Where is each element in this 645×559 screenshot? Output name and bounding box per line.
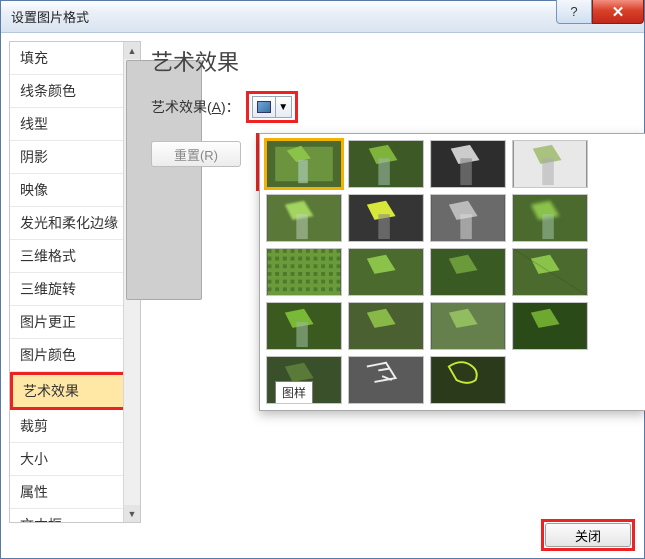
effect-thumb[interactable] [512,248,588,296]
effect-label-key: A [212,99,221,115]
effect-thumb[interactable] [266,248,342,296]
titlebar-buttons: ? ✕ [556,1,644,32]
dialog-footer: 关闭 [541,519,635,551]
effect-thumb[interactable] [348,194,424,242]
effect-thumb[interactable] [266,302,342,350]
main-panel: 艺术效果 艺术效果(A)： ▼ 重置(R) [149,41,636,523]
effect-thumb[interactable] [348,248,424,296]
effect-dropdown-highlight: ▼ [246,91,298,123]
effect-label: 艺术效果(A)： [151,97,240,117]
sidebar-item-3d-format[interactable]: 三维格式 [10,240,140,273]
annotation-highlight: 关闭 [541,519,635,551]
effect-label-pre: 艺术效果( [151,99,212,115]
window-close-button[interactable]: ✕ [592,0,644,24]
scroll-up-icon[interactable]: ▲ [124,42,140,59]
picture-icon [257,101,271,113]
sidebar-item-shadow[interactable]: 阴影 [10,141,140,174]
scroll-down-icon[interactable]: ▼ [124,505,140,522]
sidebar-item-line-style[interactable]: 线型 [10,108,140,141]
effect-thumb[interactable] [348,302,424,350]
effect-thumb[interactable] [266,194,342,242]
effect-thumb[interactable] [348,356,424,404]
effect-thumb[interactable] [430,302,506,350]
dialog-body: 填充 线条颜色 线型 阴影 映像 发光和柔化边缘 三维格式 三维旋转 图片更正 … [1,33,644,523]
sidebar-item-textbox[interactable]: 文本框 [10,509,140,522]
sidebar-item-picture-color[interactable]: 图片颜色 [10,339,140,372]
effect-thumb[interactable] [512,140,588,188]
help-button[interactable]: ? [556,0,592,24]
effect-tooltip: 图样 [275,381,313,404]
effect-thumb-pattern[interactable]: 图样 [266,356,342,404]
effect-thumb[interactable] [348,140,424,188]
sidebar-item-properties[interactable]: 属性 [10,476,140,509]
effect-thumb[interactable] [266,140,342,188]
reset-button: 重置(R) [151,141,241,167]
effect-thumb[interactable] [430,194,506,242]
dialog-window: 设置图片格式 ? ✕ 填充 线条颜色 线型 阴影 映像 发光和柔化边缘 三维格式… [0,0,645,559]
sidebar-scrollbar[interactable]: ▲ ▼ [123,42,140,522]
sidebar: 填充 线条颜色 线型 阴影 映像 发光和柔化边缘 三维格式 三维旋转 图片更正 … [9,41,141,523]
titlebar: 设置图片格式 ? ✕ [1,1,644,33]
effect-thumb[interactable] [512,302,588,350]
window-title: 设置图片格式 [11,7,89,26]
sidebar-item-crop[interactable]: 裁剪 [10,410,140,443]
sidebar-item-artistic-effects[interactable]: 艺术效果 [10,372,140,410]
sidebar-item-reflection[interactable]: 映像 [10,174,140,207]
sidebar-item-fill[interactable]: 填充 [10,42,140,75]
effect-gallery: 图样 [259,133,645,411]
effect-thumb[interactable] [512,194,588,242]
effect-thumb[interactable] [430,248,506,296]
sidebar-item-picture-corrections[interactable]: 图片更正 [10,306,140,339]
sidebar-item-line-color[interactable]: 线条颜色 [10,75,140,108]
close-button[interactable]: 关闭 [545,523,631,547]
page-title: 艺术效果 [151,45,636,77]
effect-thumb[interactable] [430,356,506,404]
sidebar-item-3d-rotation[interactable]: 三维旋转 [10,273,140,306]
effect-label-post: )： [221,99,240,115]
sidebar-list: 填充 线条颜色 线型 阴影 映像 发光和柔化边缘 三维格式 三维旋转 图片更正 … [10,42,140,522]
sidebar-item-glow[interactable]: 发光和柔化边缘 [10,207,140,240]
effect-row: 艺术效果(A)： ▼ [151,91,636,123]
effect-thumb[interactable] [430,140,506,188]
sidebar-item-size[interactable]: 大小 [10,443,140,476]
effect-dropdown-button[interactable] [252,96,276,118]
chevron-down-icon[interactable]: ▼ [276,96,292,118]
